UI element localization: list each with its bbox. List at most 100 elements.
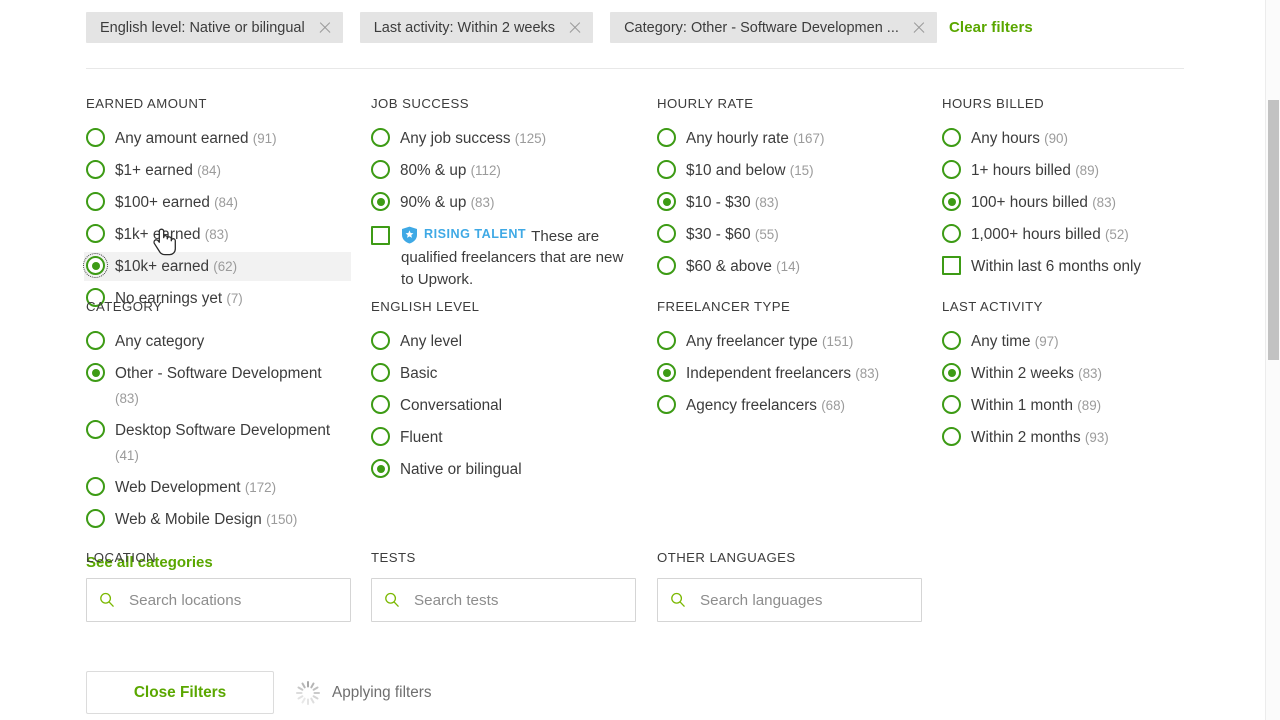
radio-icon[interactable] bbox=[942, 224, 961, 243]
close-icon[interactable] bbox=[567, 20, 583, 36]
radio-icon[interactable] bbox=[942, 128, 961, 147]
radio-icon[interactable] bbox=[657, 224, 676, 243]
radio-icon[interactable] bbox=[86, 224, 105, 243]
radio-icon[interactable] bbox=[371, 459, 390, 478]
option-basic[interactable]: Basic bbox=[369, 359, 636, 388]
radio-icon[interactable] bbox=[942, 331, 961, 350]
option-independent-freelancers[interactable]: Independent freelancers (83) bbox=[655, 359, 922, 388]
checkbox-icon[interactable] bbox=[371, 226, 390, 245]
radio-icon[interactable] bbox=[86, 331, 105, 350]
option-90-percent-and-up[interactable]: 90% & up (83) bbox=[369, 188, 636, 217]
radio-icon[interactable] bbox=[86, 477, 105, 496]
option-label: Independent freelancers (83) bbox=[686, 365, 880, 382]
option-web-development[interactable]: Web Development (172) bbox=[84, 473, 351, 502]
option-any-hours[interactable]: Any hours (90) bbox=[940, 124, 1207, 153]
option-any-job-success[interactable]: Any job success (125) bbox=[369, 124, 636, 153]
close-filters-button[interactable]: Close Filters bbox=[86, 671, 274, 714]
radio-icon[interactable] bbox=[657, 395, 676, 414]
option-30-to-60[interactable]: $30 - $60 (55) bbox=[655, 220, 922, 249]
radio-icon[interactable] bbox=[86, 128, 105, 147]
radio-icon[interactable] bbox=[371, 427, 390, 446]
option-any-freelancer-type[interactable]: Any freelancer type (151) bbox=[655, 327, 922, 356]
option-100-plus-earned[interactable]: $100+ earned (84) bbox=[84, 188, 351, 217]
option-native-or-bilingual[interactable]: Native or bilingual bbox=[369, 455, 636, 484]
option-label: Any time (97) bbox=[971, 333, 1059, 350]
radio-icon[interactable] bbox=[942, 427, 961, 446]
filter-chip-last-activity[interactable]: Last activity: Within 2 weeks bbox=[359, 12, 594, 43]
radio-icon[interactable] bbox=[371, 395, 390, 414]
option-fluent[interactable]: Fluent bbox=[369, 423, 636, 452]
filter-chip-category[interactable]: Category: Other - Software Developmen ..… bbox=[610, 12, 937, 43]
radio-icon[interactable] bbox=[371, 192, 390, 211]
search-languages-input[interactable] bbox=[698, 590, 909, 610]
search-languages-box[interactable] bbox=[657, 578, 922, 622]
option-any-category[interactable]: Any category bbox=[84, 327, 351, 356]
option-within-2-weeks[interactable]: Within 2 weeks (83) bbox=[940, 359, 1207, 388]
close-icon[interactable] bbox=[317, 20, 333, 36]
radio-icon[interactable] bbox=[371, 331, 390, 350]
option-within-1-month[interactable]: Within 1 month (89) bbox=[940, 391, 1207, 420]
option-desktop-software-development[interactable]: Desktop Software Development (41) bbox=[84, 416, 351, 470]
close-icon[interactable] bbox=[911, 20, 927, 36]
section-title: LAST ACTIVITY bbox=[942, 299, 1043, 314]
radio-icon[interactable] bbox=[371, 160, 390, 179]
option-10-to-30[interactable]: $10 - $30 (83) bbox=[655, 188, 922, 217]
radio-icon[interactable] bbox=[942, 160, 961, 179]
radio-icon[interactable] bbox=[86, 509, 105, 528]
option-100-plus-hours-billed[interactable]: 100+ hours billed (83) bbox=[940, 188, 1207, 217]
clear-filters-link[interactable]: Clear filters bbox=[949, 19, 1033, 36]
option-10k-plus-earned[interactable]: $10k+ earned (62) bbox=[83, 252, 351, 281]
option-80-percent-and-up[interactable]: 80% & up (112) bbox=[369, 156, 636, 185]
radio-icon[interactable] bbox=[657, 160, 676, 179]
radio-icon[interactable] bbox=[371, 363, 390, 382]
search-locations-input[interactable] bbox=[127, 590, 338, 610]
radio-icon[interactable] bbox=[657, 256, 676, 275]
search-tests-box[interactable] bbox=[371, 578, 636, 622]
radio-icon[interactable] bbox=[371, 128, 390, 147]
option-label: Conversational bbox=[400, 397, 503, 414]
radio-icon[interactable] bbox=[657, 128, 676, 147]
option-10-and-below[interactable]: $10 and below (15) bbox=[655, 156, 922, 185]
radio-icon[interactable] bbox=[83, 253, 108, 278]
option-agency-freelancers[interactable]: Agency freelancers (68) bbox=[655, 391, 922, 420]
option-label: Within 1 month (89) bbox=[971, 397, 1102, 414]
option-1-plus-earned[interactable]: $1+ earned (84) bbox=[84, 156, 351, 185]
search-locations-box[interactable] bbox=[86, 578, 351, 622]
section-title: CATEGORY bbox=[86, 299, 163, 314]
search-tests-input[interactable] bbox=[412, 590, 623, 610]
radio-icon[interactable] bbox=[942, 395, 961, 414]
option-web-and-mobile-design[interactable]: Web & Mobile Design (150) bbox=[84, 505, 351, 534]
checkbox-icon[interactable] bbox=[942, 256, 961, 275]
filter-chip-english-level[interactable]: English level: Native or bilingual bbox=[86, 12, 343, 43]
section-freelancer-type: FREELANCER TYPE Any freelancer type (151… bbox=[657, 299, 922, 423]
section-category: CATEGORY Any category Other - Software D… bbox=[86, 299, 351, 572]
scrollbar-thumb[interactable] bbox=[1268, 100, 1279, 360]
option-within-last-6-months-only[interactable]: Within last 6 months only bbox=[940, 252, 1207, 281]
radio-icon[interactable] bbox=[657, 331, 676, 350]
option-rising-talent[interactable]: RISING TALENT These are qualified freela… bbox=[371, 224, 636, 290]
radio-icon[interactable] bbox=[942, 363, 961, 382]
radio-icon[interactable] bbox=[657, 192, 676, 211]
option-1-plus-hours-billed[interactable]: 1+ hours billed (89) bbox=[940, 156, 1207, 185]
option-any-amount-earned[interactable]: Any amount earned (91) bbox=[84, 124, 351, 153]
section-title: FREELANCER TYPE bbox=[657, 299, 791, 314]
radio-icon[interactable] bbox=[657, 363, 676, 382]
option-1000-plus-hours-billed[interactable]: 1,000+ hours billed (52) bbox=[940, 220, 1207, 249]
option-any-level[interactable]: Any level bbox=[369, 327, 636, 356]
vertical-scrollbar[interactable] bbox=[1265, 0, 1280, 720]
option-any-time[interactable]: Any time (97) bbox=[940, 327, 1207, 356]
option-60-and-above[interactable]: $60 & above (14) bbox=[655, 252, 922, 281]
option-1k-plus-earned[interactable]: $1k+ earned (83) bbox=[84, 220, 351, 249]
option-conversational[interactable]: Conversational bbox=[369, 391, 636, 420]
option-other-software-development[interactable]: Other - Software Development (83) bbox=[84, 359, 351, 413]
radio-icon[interactable] bbox=[86, 160, 105, 179]
option-any-hourly-rate[interactable]: Any hourly rate (167) bbox=[655, 124, 922, 153]
search-icon bbox=[100, 592, 114, 608]
radio-icon[interactable] bbox=[86, 363, 105, 382]
section-hours-billed: HOURS BILLED Any hours (90) 1+ hours bil… bbox=[942, 96, 1207, 284]
option-label: 1+ hours billed (89) bbox=[971, 162, 1100, 179]
radio-icon[interactable] bbox=[86, 420, 105, 439]
option-within-2-months[interactable]: Within 2 months (93) bbox=[940, 423, 1207, 452]
radio-icon[interactable] bbox=[86, 192, 105, 211]
radio-icon[interactable] bbox=[942, 192, 961, 211]
